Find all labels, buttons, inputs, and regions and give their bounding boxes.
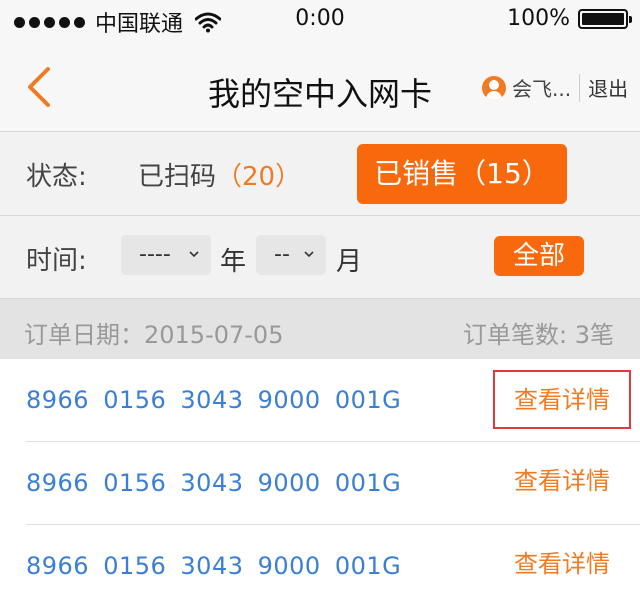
- user-avatar-icon[interactable]: [482, 75, 506, 100]
- time-label: 时间:: [26, 246, 87, 276]
- all-button[interactable]: 全部: [494, 236, 584, 276]
- scanned-count: （20）: [216, 162, 302, 192]
- chevron-down-icon: [189, 251, 199, 258]
- card-number: 8966 0156 3043 9000 001G: [26, 386, 402, 414]
- card-number: 8966 0156 3043 9000 001G: [26, 552, 402, 580]
- view-details-button[interactable]: 查看详情: [493, 453, 631, 512]
- year-unit: 年: [220, 247, 247, 277]
- status-filter-row: 状态: 已扫码（20） 已销售（15）: [0, 132, 640, 216]
- month-select[interactable]: --: [256, 235, 326, 275]
- logout-button[interactable]: 退出: [588, 73, 628, 102]
- order-summary-header: 订单日期：2015-07-05 订单笔数: 3笔: [0, 299, 640, 359]
- status-option-scanned[interactable]: 已扫码（20）: [138, 156, 301, 193]
- time-filter-row: 时间: ---- 年 -- 月 全部: [0, 216, 640, 299]
- nav-bar: 我的空中入网卡 会飞... 退出: [0, 40, 640, 132]
- view-details-button[interactable]: 查看详情: [493, 536, 631, 595]
- battery-percent: 100%: [507, 6, 570, 31]
- status-label: 状态:: [26, 162, 87, 192]
- chevron-down-icon: [304, 251, 314, 258]
- status-option-sold[interactable]: 已销售（15）: [357, 144, 567, 204]
- nav-divider: [579, 73, 581, 102]
- user-info: 会飞... 退出: [482, 73, 628, 102]
- view-details-button[interactable]: 查看详情: [493, 370, 631, 429]
- scanned-label: 已扫码: [138, 162, 217, 192]
- order-date: 订单日期：2015-07-05: [24, 321, 284, 349]
- order-count: 订单笔数: 3笔: [463, 321, 614, 349]
- card-number: 8966 0156 3043 9000 001G: [26, 469, 402, 497]
- status-bar: 中国联通 0:00 100%: [0, 0, 640, 40]
- list-item: 8966 0156 3043 9000 001G 查看详情: [0, 359, 640, 442]
- month-select-value: --: [274, 242, 290, 267]
- month-unit: 月: [336, 247, 363, 277]
- list-item: 8966 0156 3043 9000 001G 查看详情: [0, 442, 640, 525]
- year-select-value: ----: [139, 242, 171, 267]
- year-select[interactable]: ----: [121, 235, 211, 275]
- list-item: 8966 0156 3043 9000 001G 查看详情: [0, 525, 640, 608]
- order-list: 8966 0156 3043 9000 001G 查看详情 8966 0156 …: [0, 359, 640, 610]
- username[interactable]: 会飞...: [512, 73, 571, 102]
- battery-status: 100%: [507, 6, 632, 31]
- battery-icon: [578, 8, 632, 29]
